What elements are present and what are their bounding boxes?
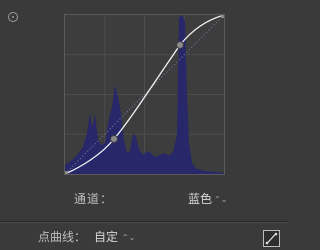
curve-endpoint-white[interactable] [221, 15, 224, 18]
edit-point-curve-button[interactable] [263, 230, 280, 247]
chevron-updown-icon: ⌃⌄ [214, 195, 228, 204]
channel-row: 通道： 蓝色 ⌃⌄ [0, 188, 289, 210]
chevron-updown-icon: ⌃⌄ [122, 233, 136, 242]
channel-label: 通道： [74, 192, 114, 206]
tone-curve-graph[interactable] [64, 14, 225, 175]
channel-dropdown[interactable]: 蓝色 ⌃⌄ [188, 188, 227, 211]
curve-endpoint-black[interactable] [65, 171, 68, 174]
point-curve-value: 自定 [94, 230, 119, 244]
channel-value: 蓝色 [188, 192, 213, 206]
divider [0, 221, 289, 222]
curve-point-shadows[interactable] [110, 135, 118, 143]
curve-point-highlights[interactable] [176, 41, 184, 49]
point-curve-row: 点曲线： 自定 ⌃⌄ [0, 226, 289, 248]
point-curve-dropdown[interactable]: 自定 ⌃⌄ [94, 226, 135, 249]
curve-canvas[interactable] [65, 15, 224, 174]
point-curve-label: 点曲线： [38, 230, 87, 244]
targeted-adjustment-icon[interactable] [8, 12, 18, 22]
